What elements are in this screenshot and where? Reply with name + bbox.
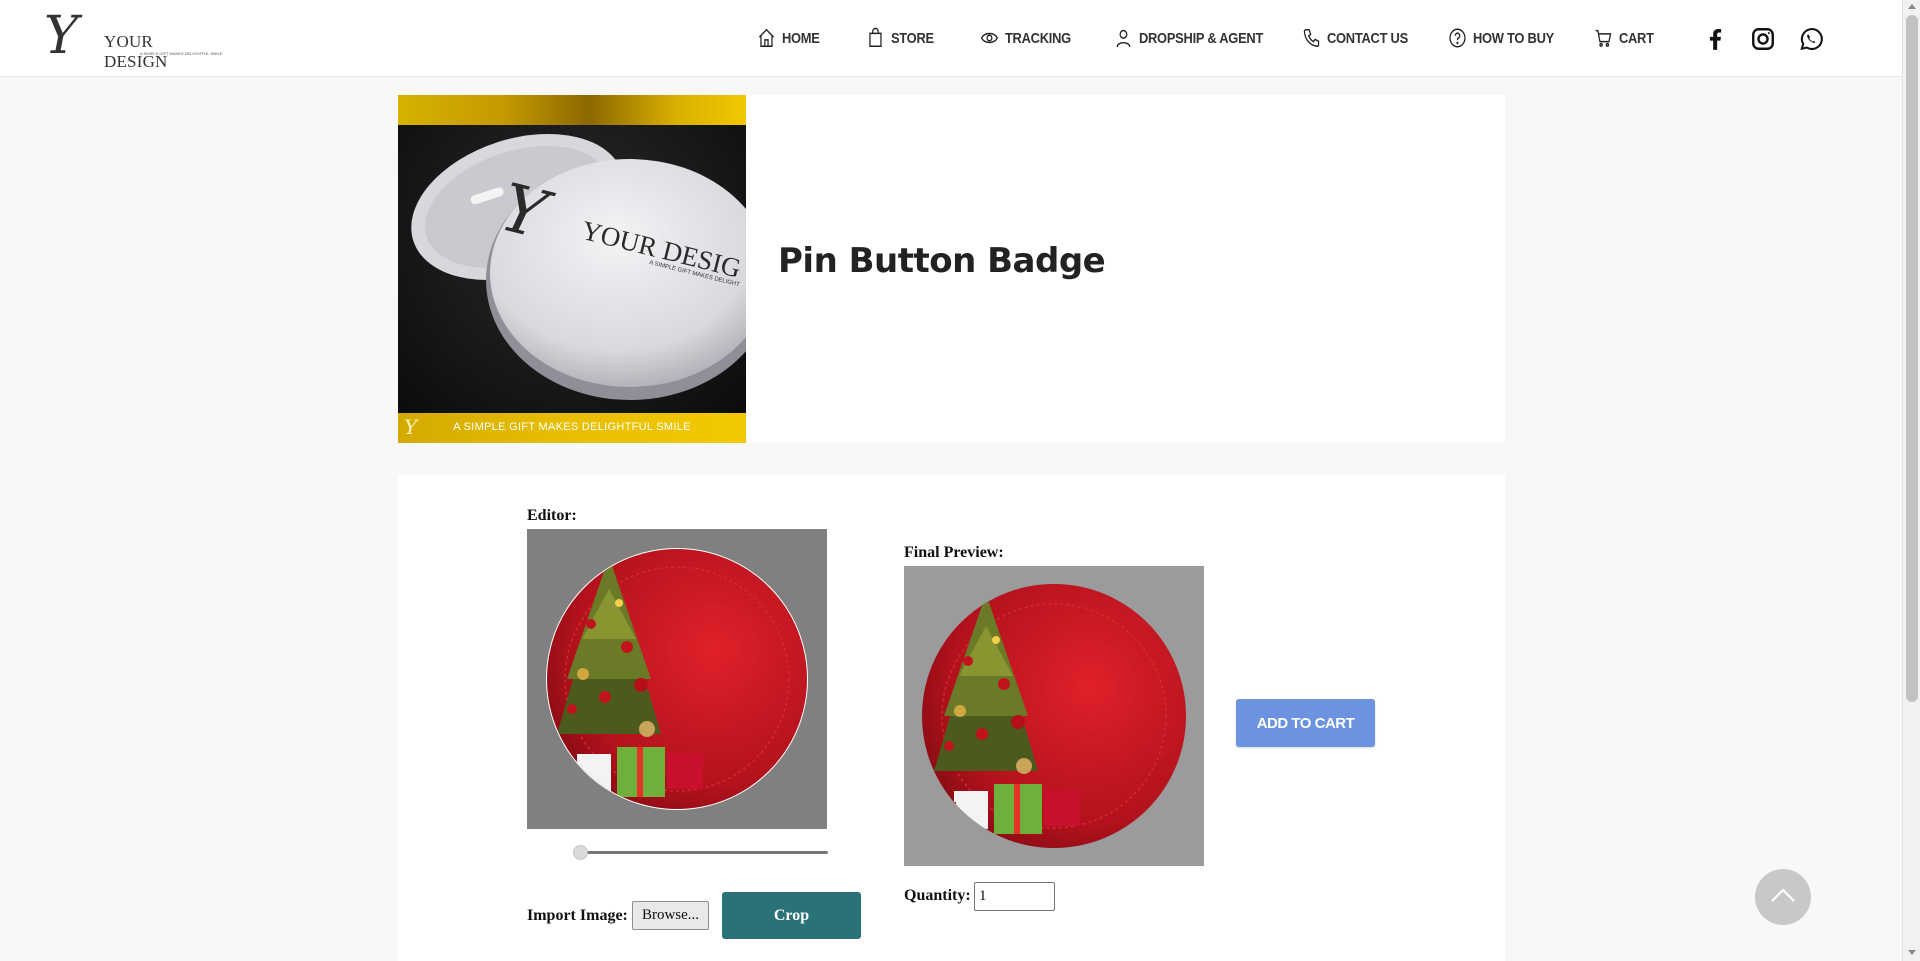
nav-tracking-label: TRACKING	[1004, 29, 1071, 47]
page-scrollbar[interactable]	[1902, 0, 1920, 961]
editor-badge-image	[546, 548, 808, 810]
instagram-link[interactable]	[1750, 26, 1776, 52]
preview-badge-image	[922, 584, 1186, 848]
facebook-link[interactable]	[1702, 26, 1728, 52]
crop-button[interactable]: Crop	[722, 892, 861, 939]
nav-how-to-buy-label: HOW TO BUY	[1472, 29, 1554, 47]
add-to-cart-button[interactable]: ADD TO CART	[1236, 699, 1375, 747]
nav-tracking[interactable]: TRACKING	[980, 26, 1071, 50]
logo-tagline: A SIMPLE GIFT MAKES DELIGHTFUL SMILE	[140, 51, 223, 56]
back-to-top-button[interactable]	[1755, 869, 1811, 925]
nav-contact-label: CONTACT US	[1326, 29, 1408, 47]
nav-home-label: HOME	[781, 29, 820, 47]
gold-stripe-top	[398, 95, 746, 125]
nav-store[interactable]: STORE	[866, 26, 934, 50]
nav-cart-label: CART	[1618, 29, 1654, 47]
editor-canvas[interactable]	[527, 529, 827, 829]
product-image: Y YOUR DESIG A SIMPLE GIFT MAKES DELIGHT…	[398, 95, 746, 443]
zoom-slider-track	[573, 851, 828, 854]
whatsapp-link[interactable]	[1798, 26, 1824, 52]
zoom-slider[interactable]	[573, 845, 828, 860]
nav-dropship-label: DROPSHIP & AGENT	[1138, 29, 1264, 47]
chevron-up-icon	[1771, 888, 1795, 902]
import-image-label: Import Image:	[527, 907, 628, 924]
product-title: Pin Button Badge	[778, 241, 1106, 281]
scroll-down-icon[interactable]	[1908, 950, 1916, 955]
cart-icon	[1595, 29, 1612, 47]
nav-store-label: STORE	[890, 29, 934, 47]
quantity-input[interactable]	[974, 882, 1055, 911]
badge-editor: Editor: Import Image: Browse... Crop Fin…	[398, 475, 1505, 961]
product-card: Y YOUR DESIG A SIMPLE GIFT MAKES DELIGHT…	[398, 95, 1505, 443]
editor-label: Editor:	[527, 507, 577, 524]
scrollbar-thumb[interactable]	[1906, 15, 1918, 702]
site-header: Y YOUR DESIGN A SIMPLE GIFT MAKES DELIGH…	[0, 0, 1902, 77]
shopping-bag-icon	[869, 27, 882, 47]
quantity-label: Quantity:	[904, 887, 971, 904]
whatsapp-icon	[1800, 28, 1823, 51]
question-icon	[1449, 28, 1466, 48]
banner-tagline: A SIMPLE GIFT MAKES DELIGHTFUL SMILE	[453, 421, 691, 433]
nav-contact[interactable]: CONTACT US	[1302, 26, 1408, 50]
site-logo[interactable]: Y YOUR DESIGN A SIMPLE GIFT MAKES DELIGH…	[44, 6, 222, 72]
logo-mark: Y	[44, 6, 79, 66]
nav-how-to-buy[interactable]: HOW TO BUY	[1448, 26, 1554, 50]
zoom-slider-thumb[interactable]	[573, 845, 588, 860]
eye-icon	[980, 32, 999, 44]
nav-home[interactable]: HOME	[757, 26, 820, 50]
facebook-icon	[1709, 29, 1722, 50]
instagram-icon	[1752, 28, 1774, 50]
phone-icon	[1303, 29, 1320, 47]
final-preview-canvas	[904, 566, 1204, 866]
user-icon	[1116, 29, 1131, 48]
nav-dropship[interactable]: DROPSHIP & AGENT	[1114, 26, 1263, 50]
nav-cart[interactable]: CART	[1594, 26, 1654, 50]
scroll-up-icon[interactable]	[1908, 4, 1916, 9]
browse-button[interactable]: Browse...	[632, 901, 709, 930]
final-preview-label: Final Preview:	[904, 544, 1004, 561]
home-icon	[758, 28, 774, 47]
